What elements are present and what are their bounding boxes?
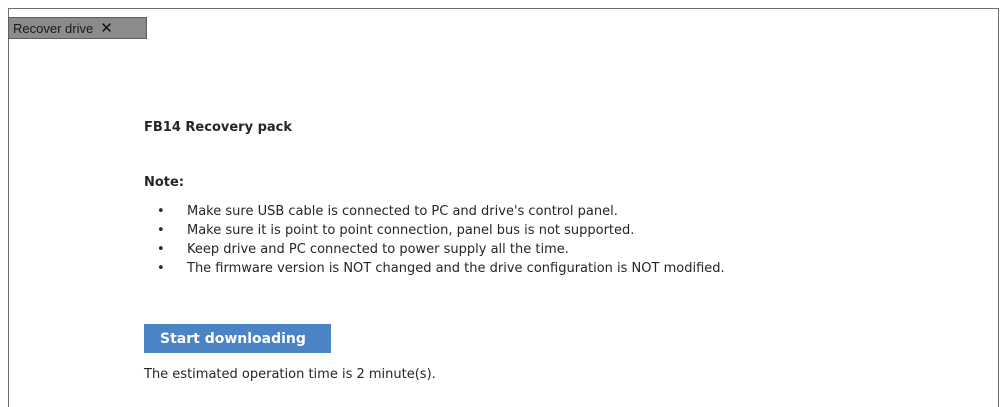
close-icon[interactable]: ✕ (100, 21, 113, 36)
bullet-icon: • (157, 242, 165, 257)
tab-recover-drive[interactable]: Recover drive ✕ (8, 17, 147, 39)
tab-label: Recover drive (13, 20, 94, 36)
bullet-icon: • (157, 204, 165, 219)
list-item: • The firmware version is NOT changed an… (144, 259, 725, 278)
note-label: Note: (144, 175, 185, 190)
estimated-time-text: The estimated operation time is 2 minute… (144, 367, 436, 382)
note-text: The firmware version is NOT changed and … (187, 261, 725, 276)
bullet-icon: • (157, 261, 165, 276)
list-item: • Make sure it is point to point connect… (144, 221, 725, 240)
note-text: Keep drive and PC connected to power sup… (187, 242, 569, 257)
note-list: • Make sure USB cable is connected to PC… (144, 202, 725, 278)
list-item: • Make sure USB cable is connected to PC… (144, 202, 725, 221)
bullet-icon: • (157, 223, 165, 238)
note-text: Make sure USB cable is connected to PC a… (187, 204, 618, 219)
start-downloading-button[interactable]: Start downloading (144, 324, 331, 353)
list-item: • Keep drive and PC connected to power s… (144, 240, 725, 259)
page-title: FB14 Recovery pack (144, 120, 293, 135)
note-text: Make sure it is point to point connectio… (187, 223, 635, 238)
